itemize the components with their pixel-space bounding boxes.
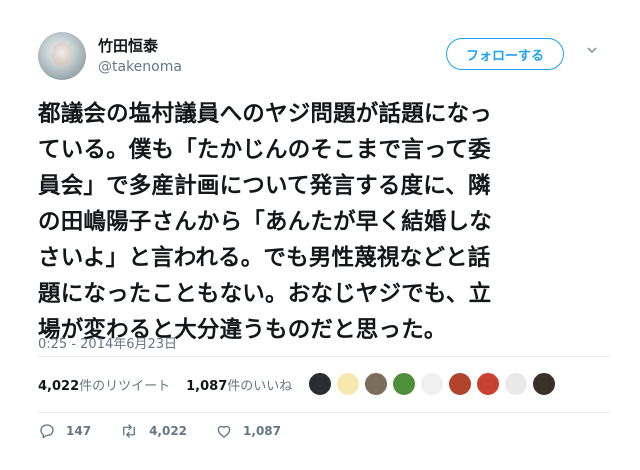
divider	[38, 356, 610, 357]
more-options-icon[interactable]	[586, 44, 598, 56]
retweet-count: 4,022	[149, 424, 188, 438]
liker-avatar[interactable]	[420, 372, 444, 396]
liker-avatar[interactable]	[392, 372, 416, 396]
reply-icon	[40, 424, 54, 439]
tweet-text: 都議会の塩村議員へのヤジ問題が話題になっ ている。僕も「たかじんのそこまで言って…	[38, 96, 610, 348]
retweets-label: 件のリツイート	[79, 379, 171, 394]
tweet-line: ている。僕も「たかじんのそこまで言って委	[38, 137, 491, 163]
reply-count: 147	[66, 424, 92, 438]
tweet-line: の田嶋陽子さんから「あんたが早く結婚しな	[38, 209, 493, 235]
retweets-stat[interactable]: 4,022件のリツイート	[38, 375, 170, 394]
liker-avatar[interactable]	[448, 372, 472, 396]
user-handle[interactable]: @takenoma	[98, 59, 182, 75]
avatar[interactable]	[38, 32, 86, 80]
liker-avatar[interactable]	[308, 372, 332, 396]
retweet-button[interactable]: 4,022	[119, 422, 187, 440]
tweet-line: さいよ」と言われる。でも男性蔑視などと話	[38, 245, 491, 271]
likes-stat[interactable]: 1,087件のいいね	[186, 375, 292, 394]
tweet-line: 員会」で多産計画について発言する度に、隣	[38, 173, 491, 199]
follow-button[interactable]: フォローする	[446, 38, 564, 70]
engagement-stats: 4,022件のリツイート 1,087件のいいね	[38, 375, 308, 394]
divider	[38, 412, 610, 413]
liker-avatar[interactable]	[364, 372, 388, 396]
tweet-actions: 147 4,022 1,087	[38, 422, 309, 440]
like-count: 1,087	[243, 424, 281, 438]
retweet-icon	[123, 424, 135, 438]
like-button[interactable]: 1,087	[215, 422, 281, 440]
tweet-line: 都議会の塩村議員へのヤジ問題が話題になっ	[38, 101, 493, 127]
likes-label: 件のいいね	[227, 379, 293, 394]
tweet-line: 題になったこともない。おなじヤジでも、立	[38, 281, 492, 307]
liker-avatar[interactable]	[504, 372, 528, 396]
liker-avatar[interactable]	[532, 372, 556, 396]
likes-count: 1,087	[186, 379, 228, 394]
user-name[interactable]: 竹田恒泰	[98, 35, 158, 56]
liker-avatars	[308, 372, 560, 396]
liker-avatar[interactable]	[336, 372, 360, 396]
heart-icon	[217, 425, 231, 438]
liker-avatar[interactable]	[476, 372, 500, 396]
tweet-timestamp[interactable]: 0:25 - 2014年6月23日	[38, 333, 177, 352]
reply-button[interactable]: 147	[38, 422, 91, 440]
retweets-count: 4,022	[38, 379, 80, 394]
